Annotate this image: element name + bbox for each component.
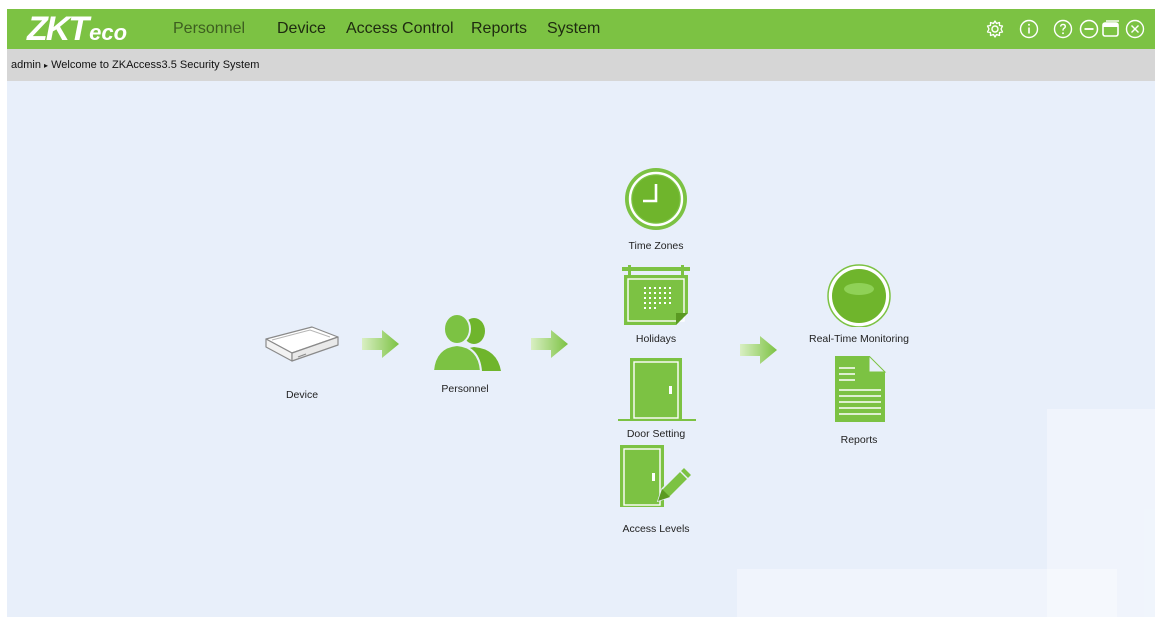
close-icon[interactable] (1125, 19, 1145, 39)
door-icon (618, 358, 696, 421)
arrow-right-icon (740, 336, 777, 364)
breadcrumb-separator: ▸ (44, 61, 49, 70)
personnel-node[interactable]: Personnel (425, 309, 505, 399)
holidays-label: Holidays (635, 333, 677, 345)
welcome-text: Welcome to ZKAccess3.5 Security System (51, 59, 260, 71)
real-time-monitoring-node[interactable]: Real-Time Monitoring (809, 261, 909, 351)
background-decoration (1047, 409, 1155, 617)
document-icon (835, 356, 887, 422)
personnel-label: Personnel (441, 383, 489, 395)
minimize-icon[interactable] (1079, 19, 1099, 39)
menu-access-control[interactable]: Access Control (346, 19, 454, 39)
device-node[interactable]: Device (262, 309, 342, 401)
calendar-icon (622, 265, 690, 325)
time-zones-node[interactable]: Time Zones (616, 166, 696, 256)
menu-system[interactable]: System (547, 19, 600, 39)
breadcrumb-user[interactable]: admin (11, 59, 41, 71)
info-icon[interactable] (1019, 19, 1039, 39)
door-edit-icon (620, 445, 694, 507)
holidays-node[interactable]: Holidays (616, 265, 696, 355)
monitoring-icon (827, 264, 891, 327)
time-zones-label: Time Zones (628, 240, 684, 252)
personnel-icon (431, 313, 501, 372)
arrow-right-icon (362, 330, 399, 358)
reports-label: Reports (840, 434, 878, 446)
access-levels-node[interactable]: Access Levels (616, 443, 696, 535)
help-icon[interactable] (1053, 19, 1073, 39)
menu-reports[interactable]: Reports (471, 19, 527, 39)
app-window: ZKTeco Personnel Device Access Control R… (7, 9, 1155, 617)
menu-device[interactable]: Device (277, 19, 326, 39)
real-time-monitoring-label: Real-Time Monitoring (809, 333, 909, 345)
door-setting-node[interactable]: Door Setting (616, 356, 696, 446)
device-icon (265, 326, 339, 362)
top-menu-bar: ZKTeco Personnel Device Access Control R… (7, 9, 1155, 49)
access-levels-label: Access Levels (622, 523, 690, 535)
restore-icon[interactable] (1101, 19, 1121, 39)
door-setting-label: Door Setting (626, 428, 686, 440)
settings-icon[interactable] (985, 19, 1005, 39)
clock-icon (625, 168, 687, 230)
device-label: Device (285, 389, 319, 401)
zkteco-logo: ZKTeco (27, 10, 128, 48)
breadcrumb: admin ▸ Welcome to ZKAccess3.5 Security … (7, 49, 1155, 81)
arrow-right-icon (531, 330, 568, 358)
reports-node[interactable]: Reports (819, 356, 899, 446)
menu-personnel[interactable]: Personnel (173, 19, 245, 39)
